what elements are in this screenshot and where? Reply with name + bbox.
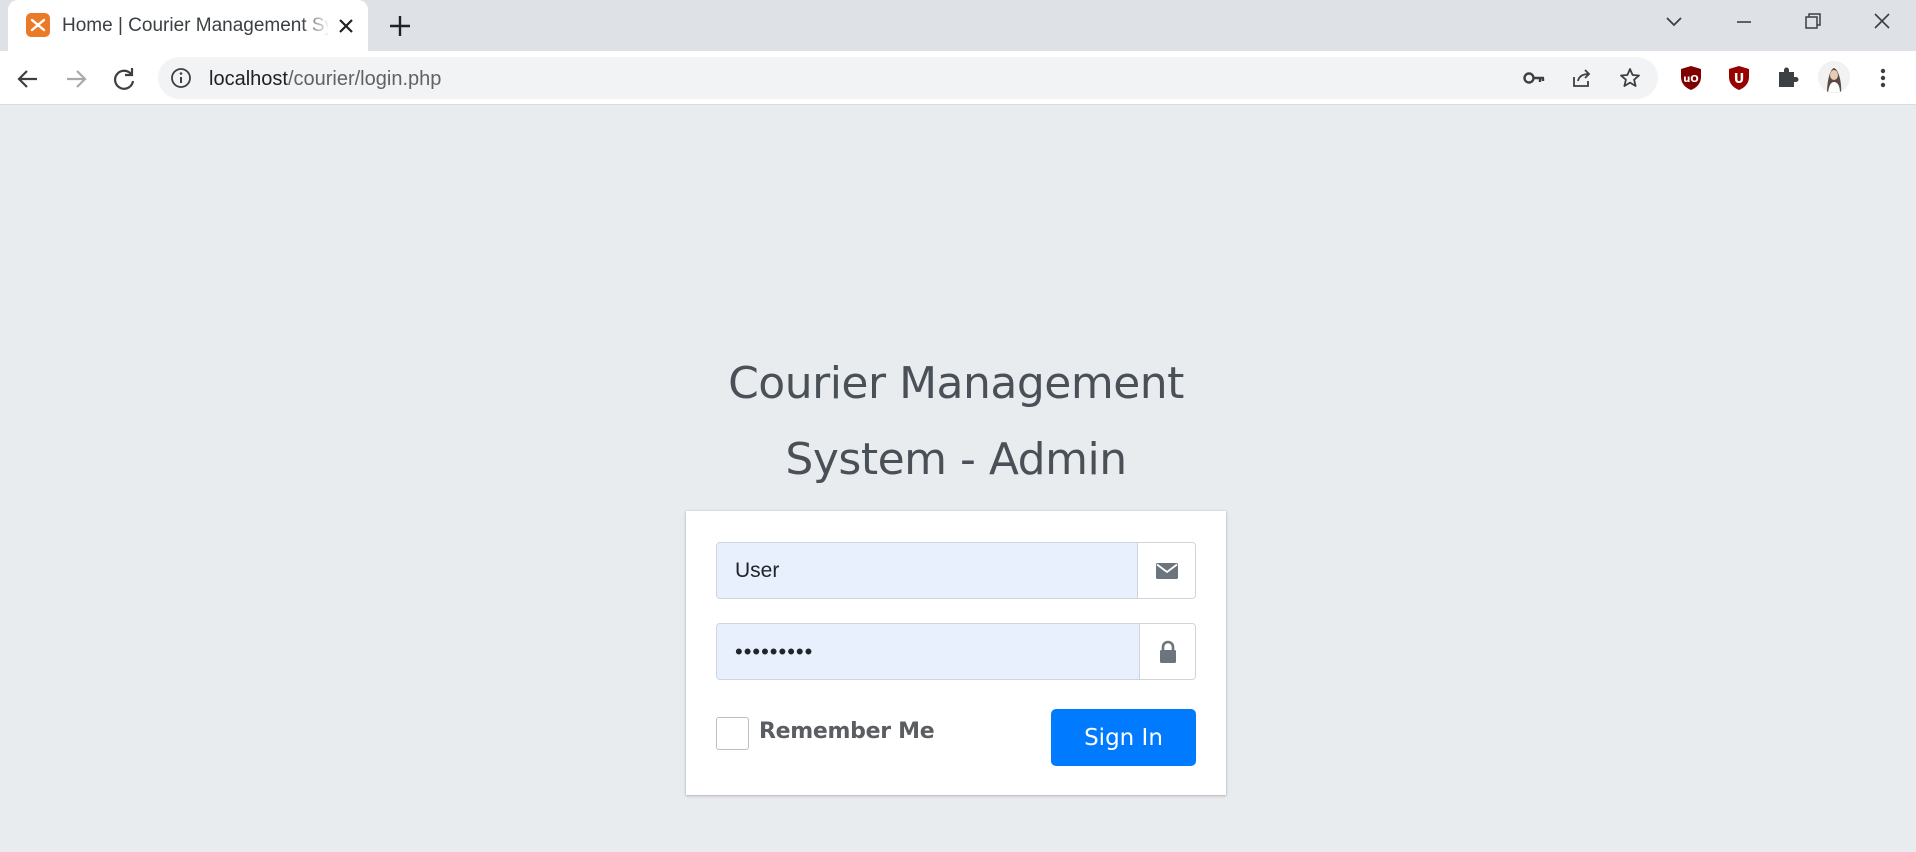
page-title: Courier Management System - Admin	[686, 346, 1226, 498]
address-bar[interactable]: localhost/courier/login.php	[158, 57, 1658, 99]
login-card: Remember Me Sign In	[686, 511, 1226, 795]
new-tab-plus-icon[interactable]	[386, 12, 414, 40]
username-input-group	[716, 542, 1196, 599]
kebab-menu-icon[interactable]	[1868, 63, 1898, 93]
remember-me-label[interactable]: Remember Me	[759, 719, 935, 744]
restore-icon[interactable]	[1794, 8, 1830, 36]
share-icon[interactable]	[1570, 66, 1594, 90]
password-input-group	[716, 623, 1196, 680]
svg-text:U: U	[1734, 72, 1745, 87]
browser-toolbar: localhost/courier/login.php uO U	[0, 51, 1916, 105]
tab-search-chevron-icon[interactable]	[1656, 8, 1692, 36]
site-info-icon[interactable]	[170, 67, 192, 89]
xampp-icon	[26, 13, 50, 37]
sign-in-button[interactable]: Sign In	[1051, 709, 1196, 766]
reload-icon[interactable]	[108, 63, 140, 95]
minimize-icon[interactable]	[1726, 8, 1762, 36]
url-host: localhost	[209, 68, 288, 90]
tab-close-icon[interactable]	[334, 14, 358, 38]
svg-text:uO: uO	[1683, 74, 1699, 85]
back-arrow-icon[interactable]	[12, 63, 44, 95]
ublock-origin-icon[interactable]: uO	[1676, 63, 1706, 93]
password-input[interactable]	[717, 624, 1139, 679]
browser-tab-strip: Home | Courier Management System	[0, 0, 1916, 51]
forward-arrow-icon[interactable]	[60, 63, 92, 95]
username-input[interactable]	[717, 543, 1137, 598]
url-path: /courier/login.php	[287, 68, 442, 90]
star-icon[interactable]	[1618, 66, 1642, 90]
puzzle-extensions-icon[interactable]	[1772, 63, 1802, 93]
remember-me-checkbox[interactable]	[716, 717, 749, 750]
close-icon[interactable]	[1864, 8, 1900, 36]
page-content: Courier Management System - Admin Re	[0, 106, 1916, 852]
page-title-line-2: System - Admin	[785, 434, 1127, 485]
envelope-icon	[1137, 543, 1195, 598]
ublock-red-icon[interactable]: U	[1724, 63, 1754, 93]
profile-avatar[interactable]	[1818, 61, 1850, 93]
tab-title: Home | Courier Management System	[62, 15, 328, 36]
browser-tab-active[interactable]: Home | Courier Management System	[8, 0, 368, 51]
key-icon[interactable]	[1522, 66, 1546, 90]
url-text[interactable]: localhost/courier/login.php	[209, 68, 441, 91]
lock-icon	[1139, 624, 1195, 679]
page-title-line-1: Courier Management	[728, 358, 1184, 409]
